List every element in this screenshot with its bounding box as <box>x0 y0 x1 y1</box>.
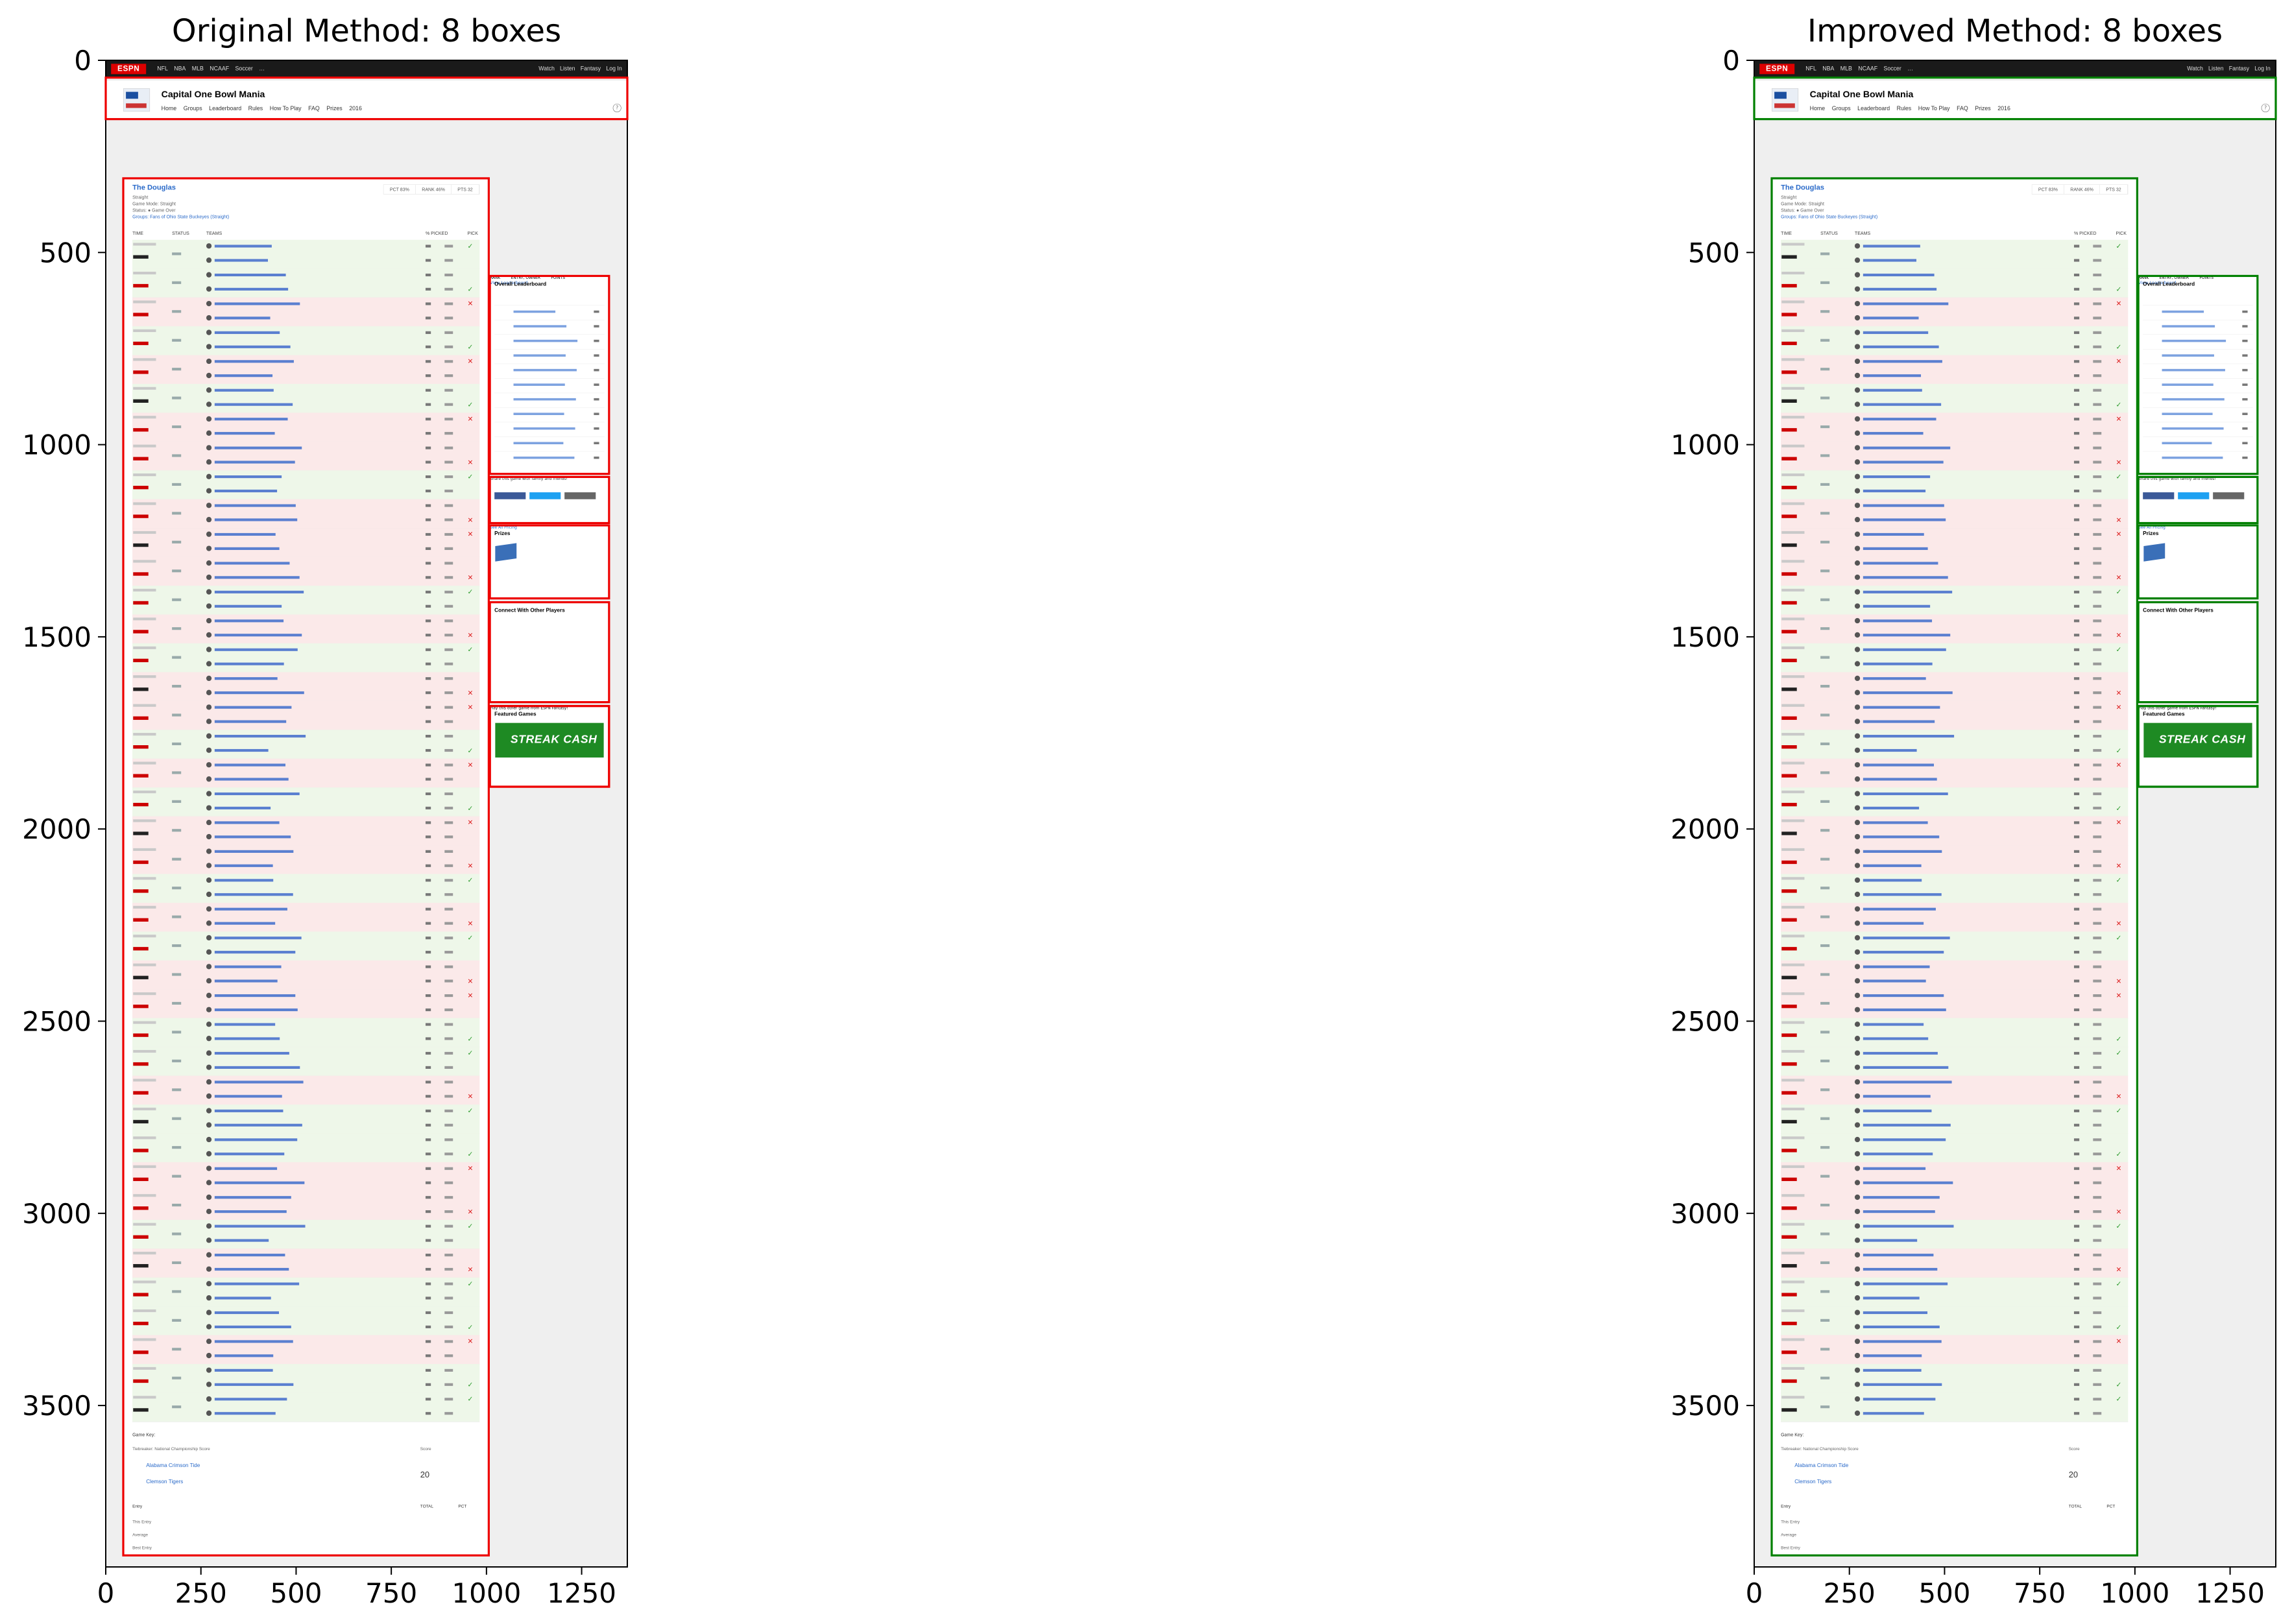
x-tick-label: 1000 <box>2100 1577 2169 1609</box>
axes-frame <box>105 60 628 1568</box>
x-tick-label: 1250 <box>547 1577 616 1609</box>
x-tick-label: 500 <box>1918 1577 1970 1609</box>
bounding-box-3 <box>2137 274 2259 475</box>
bounding-box-4 <box>2137 475 2259 525</box>
y-tick-label: 1500 <box>22 621 91 653</box>
bounding-box-7 <box>489 704 610 788</box>
bounding-box-4 <box>489 475 610 525</box>
x-tick-label: 750 <box>2014 1577 2066 1609</box>
x-tick-label: 1000 <box>452 1577 521 1609</box>
bounding-box-6 <box>2137 601 2259 704</box>
y-tick-label: 0 <box>74 45 91 77</box>
y-tick-label: 3500 <box>1671 1390 1740 1422</box>
y-tick-label: 1000 <box>22 429 91 461</box>
x-tick-label: 1250 <box>2195 1577 2265 1609</box>
bounding-box-1 <box>1753 77 2277 121</box>
bounding-box-2 <box>122 177 490 1557</box>
x-tick-label: 500 <box>270 1577 322 1609</box>
bounding-box-3 <box>489 274 610 475</box>
y-tick-label: 500 <box>1688 237 1740 269</box>
y-tick-label: 0 <box>1722 45 1740 77</box>
x-tick-label: 0 <box>97 1577 115 1609</box>
y-tick-label: 2000 <box>1671 813 1740 845</box>
bounding-box-8 <box>489 704 610 788</box>
x-tick-label: 0 <box>1746 1577 1763 1609</box>
bounding-box-5 <box>2137 524 2259 600</box>
y-tick-label: 2500 <box>1671 1006 1740 1038</box>
y-tick-label: 3500 <box>22 1390 91 1422</box>
x-tick-label: 750 <box>365 1577 417 1609</box>
bounding-box-1 <box>104 77 629 121</box>
bounding-box-7 <box>2137 704 2259 788</box>
y-tick-label: 500 <box>40 237 91 269</box>
y-tick-label: 3000 <box>1671 1198 1740 1230</box>
axes-frame <box>1754 60 2276 1568</box>
bounding-box-2 <box>1770 177 2138 1557</box>
y-tick-label: 3000 <box>22 1198 91 1230</box>
x-tick-label: 250 <box>175 1577 227 1609</box>
bounding-box-8 <box>2137 704 2259 788</box>
chart-canvas: 0 250 500 750 1000 12500500100015002000250030… <box>22 45 2277 1609</box>
x-tick-label: 250 <box>1824 1577 1876 1609</box>
y-tick-label: 1000 <box>1671 429 1740 461</box>
y-tick-label: 2500 <box>22 1006 91 1038</box>
y-tick-label: 1500 <box>1671 621 1740 653</box>
bounding-box-6 <box>489 601 610 704</box>
y-tick-label: 2000 <box>22 813 91 845</box>
bounding-box-5 <box>489 524 610 600</box>
